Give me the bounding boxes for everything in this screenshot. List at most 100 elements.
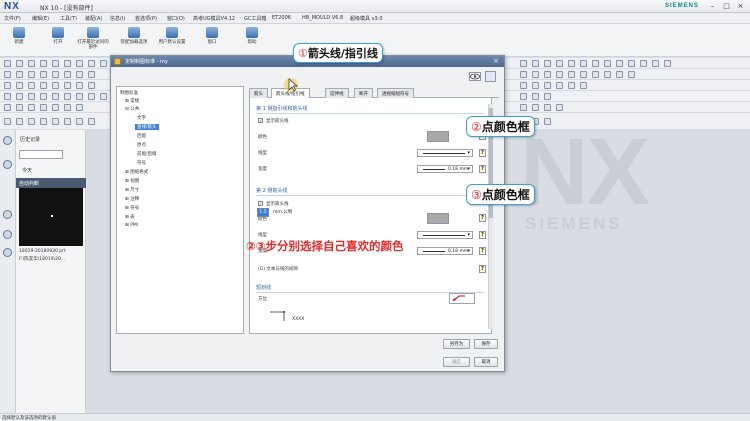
open-button[interactable]: 打开 xyxy=(45,27,71,55)
tool-icon[interactable] xyxy=(4,104,11,111)
content-scrollbar[interactable] xyxy=(488,104,493,329)
tool-icon[interactable] xyxy=(664,60,671,67)
tool-icon[interactable] xyxy=(592,60,599,67)
tool-icon[interactable] xyxy=(520,93,527,100)
tab-extension-line[interactable]: 延伸线 xyxy=(325,88,349,98)
tool-icon[interactable] xyxy=(556,60,563,67)
tool-icon[interactable] xyxy=(52,104,59,111)
web-browser-icon[interactable] xyxy=(3,210,12,219)
tool-icon[interactable] xyxy=(88,60,95,67)
help-icon[interactable]: ? xyxy=(479,247,486,255)
tree-node[interactable]: 符号 xyxy=(137,160,146,166)
tool-icon[interactable] xyxy=(40,82,47,89)
tree-node[interactable]: ⊞ 视图 xyxy=(125,178,139,184)
tool-icon[interactable] xyxy=(4,60,11,67)
save-button[interactable]: 保存 xyxy=(474,339,498,349)
tool-icon[interactable] xyxy=(28,71,35,78)
tool-icon[interactable] xyxy=(52,93,59,100)
tool-icon[interactable] xyxy=(40,104,47,111)
tool-icon[interactable] xyxy=(52,118,59,125)
tree-node[interactable]: ⊞ 表 xyxy=(125,214,135,220)
tool-icon[interactable] xyxy=(568,60,575,67)
tool-icon[interactable] xyxy=(544,93,551,100)
tree-node[interactable]: 原点 xyxy=(137,142,146,148)
tree-node[interactable]: 制图标准 xyxy=(120,90,138,96)
tool-icon[interactable] xyxy=(592,71,599,78)
help-icon[interactable]: ? xyxy=(479,149,486,157)
orientation-select[interactable] xyxy=(449,293,475,304)
roles-icon[interactable] xyxy=(3,248,12,257)
help-icon[interactable]: ? xyxy=(479,231,486,239)
tab-arrow[interactable]: 箭头 xyxy=(249,88,268,98)
tool-icon[interactable] xyxy=(556,104,563,111)
tree-node[interactable]: ⊟ 公共 xyxy=(125,106,139,112)
palette-icon[interactable] xyxy=(3,230,12,239)
menu-et2006[interactable]: ET2006 xyxy=(272,15,291,21)
tree-node[interactable]: ⊞ 图纸格式 xyxy=(125,169,148,175)
tool-icon[interactable] xyxy=(4,82,11,89)
help-icon[interactable]: ? xyxy=(479,214,486,222)
tool-icon[interactable] xyxy=(544,60,551,67)
tool-icon[interactable] xyxy=(52,60,59,67)
tool-icon[interactable] xyxy=(532,93,539,100)
menu-info[interactable]: 信息(I) xyxy=(110,15,125,22)
tree-node[interactable]: ⊞ 尺寸 xyxy=(125,187,139,193)
menu-window[interactable]: 窗口(O) xyxy=(167,15,185,22)
tool-icon[interactable] xyxy=(76,82,83,89)
save-as-button[interactable]: 另存为 xyxy=(443,339,470,349)
tool-icon[interactable] xyxy=(52,71,59,78)
tool-icon[interactable] xyxy=(28,93,35,100)
width-select[interactable]: 0.18 mm ▾ xyxy=(417,247,473,255)
tree-node[interactable]: ⊞ 注释 xyxy=(125,196,139,202)
tool-icon[interactable] xyxy=(76,71,83,78)
tab-break[interactable]: 断开 xyxy=(354,88,373,98)
tool-icon[interactable] xyxy=(532,60,539,67)
tool-icon[interactable] xyxy=(40,118,47,125)
tool-icon[interactable] xyxy=(556,71,563,78)
tree-node[interactable]: ⊞ PMI xyxy=(125,223,138,228)
color-swatch-side2[interactable] xyxy=(427,213,449,224)
maximize-button[interactable]: □ xyxy=(722,2,731,10)
tool-icon[interactable] xyxy=(532,82,539,89)
tool-icon[interactable] xyxy=(28,118,35,125)
tool-icon[interactable] xyxy=(76,104,83,111)
tree-node[interactable]: ⊞ 常规 xyxy=(125,98,139,104)
tool-icon[interactable] xyxy=(16,93,23,100)
tree-node[interactable]: 后缀 xyxy=(137,133,146,139)
tool-icon[interactable] xyxy=(532,71,539,78)
menu-super-mould[interactable]: 超级模具 v3.0 xyxy=(350,15,383,22)
tool-icon[interactable] xyxy=(16,60,23,67)
tool-icon[interactable] xyxy=(76,60,83,67)
tool-icon[interactable] xyxy=(64,118,71,125)
tool-icon[interactable] xyxy=(520,60,527,67)
menu-edit[interactable]: 编辑(E) xyxy=(32,15,49,22)
gap-value-input[interactable]: 1.5 xyxy=(257,208,269,217)
open-recent-button[interactable]: 打开最近访问的部件 xyxy=(76,27,110,55)
tool-icon[interactable] xyxy=(520,71,527,78)
new-button[interactable]: 新建 xyxy=(6,27,32,55)
tool-icon[interactable] xyxy=(88,71,95,78)
window-button[interactable]: 窗口 xyxy=(199,27,225,55)
help-icon[interactable]: ? xyxy=(479,165,486,173)
menu-gc-toolbox[interactable]: GC工具箱 xyxy=(244,15,266,22)
minimize-button[interactable]: – xyxy=(708,2,717,10)
tool-icon[interactable] xyxy=(604,71,611,78)
show-arrow-line-checkbox[interactable]: ✓ xyxy=(258,118,263,123)
tool-icon[interactable] xyxy=(628,60,635,67)
tree-node-selected[interactable]: 直线/箭头 xyxy=(135,124,159,130)
tool-icon[interactable] xyxy=(64,104,71,111)
ok-button[interactable]: 确定 xyxy=(443,357,470,367)
menu-file[interactable]: 文件(F) xyxy=(4,15,21,22)
tab-foreshortening[interactable]: 透视缩短符号 xyxy=(377,88,414,98)
tool-icon[interactable] xyxy=(88,93,95,100)
tool-icon[interactable] xyxy=(604,60,611,67)
cancel-button[interactable]: 取消 xyxy=(474,357,498,367)
tool-icon[interactable] xyxy=(556,82,563,89)
tool-icon[interactable] xyxy=(568,71,575,78)
menu-assembly[interactable]: 装配(A) xyxy=(85,15,102,22)
tool-icon[interactable] xyxy=(628,71,635,78)
tool-icon[interactable] xyxy=(4,118,11,125)
tool-icon[interactable] xyxy=(28,60,35,67)
tool-icon[interactable] xyxy=(16,118,23,125)
tool-icon[interactable] xyxy=(544,71,551,78)
